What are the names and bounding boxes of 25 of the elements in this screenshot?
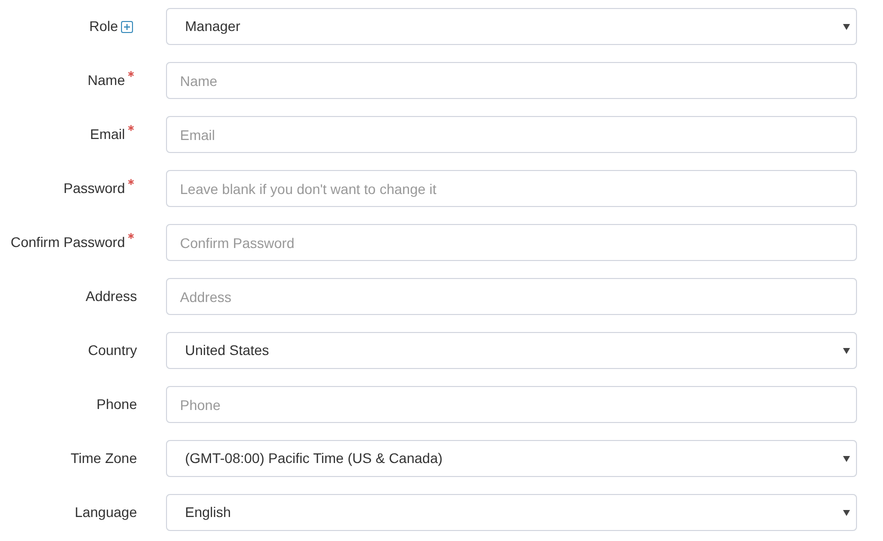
caret-icon xyxy=(843,510,850,516)
field-label: Phone xyxy=(96,395,137,414)
field-label: Country xyxy=(88,341,137,360)
input-field[interactable]: Confirm Password xyxy=(166,224,857,261)
field-label: Password xyxy=(64,179,125,198)
field-label: Confirm Password xyxy=(10,233,125,252)
field-label: Language xyxy=(74,503,137,522)
caret-icon xyxy=(843,24,850,30)
field-label: Email xyxy=(90,125,125,144)
caret-icon xyxy=(843,348,850,354)
input-field[interactable]: Name xyxy=(166,62,857,99)
field-label: Address xyxy=(86,287,137,306)
input-field[interactable]: Address xyxy=(166,278,857,315)
field-label: Time Zone xyxy=(70,449,137,468)
input-field[interactable]: Phone xyxy=(166,386,857,423)
caret-icon xyxy=(843,456,850,462)
input-field[interactable]: Email xyxy=(166,116,857,153)
dropdown[interactable]: English xyxy=(166,494,857,531)
input-field[interactable]: Leave blank if you don't want to change it xyxy=(166,170,857,207)
field-label: Role xyxy=(89,17,118,36)
dropdown[interactable]: United States xyxy=(166,332,857,369)
field-label: Name xyxy=(88,71,125,90)
dropdown[interactable]: Manager xyxy=(166,8,857,45)
add-icon[interactable] xyxy=(121,20,133,32)
dropdown[interactable]: (GMT-08:00) Pacific Time (US & Canada) xyxy=(166,440,857,477)
